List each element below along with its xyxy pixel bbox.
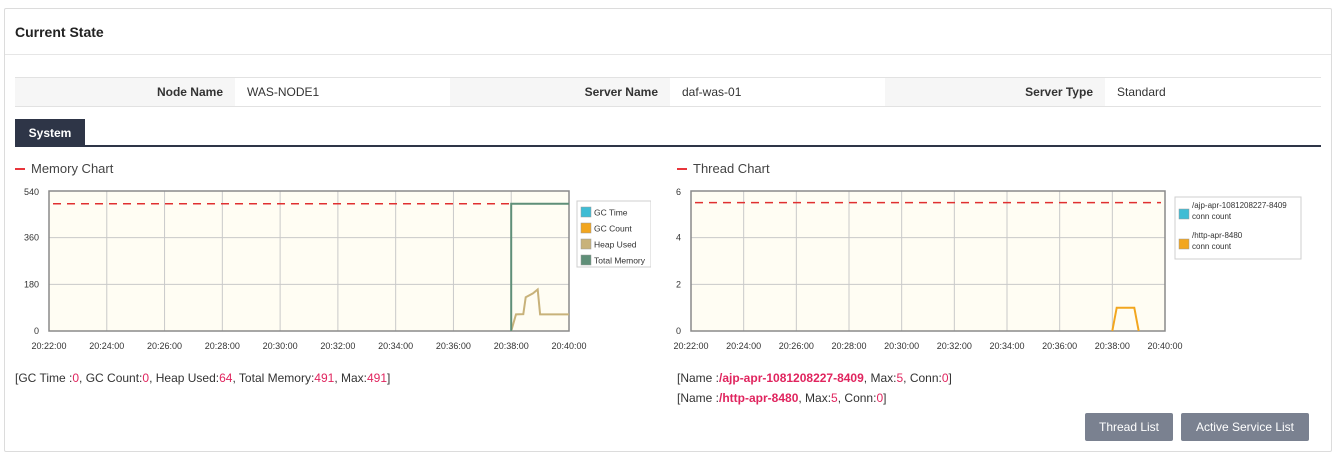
server-info-row: Node Name WAS-NODE1 Server Name daf-was-… <box>15 77 1321 107</box>
thread-conn-value: 0 <box>941 371 949 385</box>
thread-summary-ajp: [Name :/ajp-apr-1081208227-8409, Max:5, … <box>677 371 952 385</box>
x-tick-label: 20:32:00 <box>320 341 355 351</box>
x-tick-label: 20:26:00 <box>147 341 182 351</box>
x-tick-label: 20:30:00 <box>263 341 298 351</box>
summary-text: , Heap Used: <box>149 371 220 385</box>
legend-label: GC Time <box>594 208 628 218</box>
plot-area <box>691 191 1165 331</box>
x-tick-label: 20:38:00 <box>494 341 529 351</box>
summary-text: ] <box>948 371 952 385</box>
x-tick-label: 20:24:00 <box>726 341 761 351</box>
y-tick-label: 2 <box>676 279 681 289</box>
collapse-dash-icon[interactable] <box>15 167 25 170</box>
y-tick-label: 180 <box>24 279 39 289</box>
max-memory-value: 491 <box>367 371 388 385</box>
legend-label: Heap Used <box>594 240 637 250</box>
x-tick-label: 20:30:00 <box>884 341 919 351</box>
plot-area <box>49 191 569 331</box>
memory-chart: 20:22:00 20:24:00 20:26:00 20:28:00 20:30:00… <box>24 187 651 351</box>
summary-text: , Conn: <box>837 391 877 405</box>
thread-summary-http: [Name :/http-apr-8480, Max:5, Conn:0] <box>677 391 886 405</box>
legend-swatch <box>1178 208 1190 220</box>
summary-text: , Max: <box>863 371 897 385</box>
server-type-label: Server Type <box>885 78 1105 106</box>
y-tick-label: 0 <box>34 326 39 336</box>
legend-swatch <box>580 238 592 250</box>
thread-chart-title-text: Thread Chart <box>693 161 770 176</box>
current-state-panel: Current State Node Name WAS-NODE1 Server… <box>4 8 1332 452</box>
x-tick-label: 20:24:00 <box>89 341 124 351</box>
legend-swatch <box>580 222 592 234</box>
summary-text: ] <box>387 371 391 385</box>
tab-bar: System <box>15 119 1321 147</box>
tab-system[interactable]: System <box>15 119 85 147</box>
panel-title: Current State <box>15 23 104 40</box>
heap-used-value: 64 <box>219 371 233 385</box>
summary-text: [Name : <box>677 391 720 405</box>
y-tick-label: 540 <box>24 187 39 197</box>
thread-chart-title: Thread Chart <box>677 161 770 176</box>
legend-label: /http-apr-8480 <box>1192 231 1243 240</box>
y-tick-label: 360 <box>24 233 39 243</box>
server-type-value: Standard <box>1117 85 1166 99</box>
collapse-dash-icon[interactable] <box>677 167 687 170</box>
x-tick-label: 20:28:00 <box>205 341 240 351</box>
summary-text: [Name : <box>677 371 720 385</box>
summary-text: , Max: <box>798 391 832 405</box>
thread-name-value: /http-apr-8480 <box>719 391 799 405</box>
thread-max-value: 5 <box>831 391 838 405</box>
x-tick-label: 20:34:00 <box>378 341 413 351</box>
node-name-label: Node Name <box>15 78 235 106</box>
active-service-list-button[interactable]: Active Service List <box>1181 413 1309 441</box>
summary-text: , GC Count: <box>79 371 143 385</box>
x-tick-label: 20:32:00 <box>937 341 972 351</box>
panel-header: Current State <box>5 9 1331 55</box>
legend-label: /ajp-apr-1081208227-8409 <box>1192 201 1287 210</box>
x-tick-label: 20:22:00 <box>673 341 708 351</box>
thread-list-button[interactable]: Thread List <box>1085 413 1173 441</box>
server-name-label: Server Name <box>450 78 670 106</box>
memory-chart-title: Memory Chart <box>15 161 113 176</box>
x-tick-label: 20:34:00 <box>989 341 1024 351</box>
legend-swatch <box>1178 238 1190 250</box>
node-name-value: WAS-NODE1 <box>247 85 320 99</box>
x-tick-label: 20:38:00 <box>1095 341 1130 351</box>
legend-label: conn count <box>1192 242 1232 251</box>
x-tick-label: 20:36:00 <box>436 341 471 351</box>
summary-text: ] <box>883 391 887 405</box>
y-tick-label: 4 <box>676 233 681 243</box>
memory-summary: [GC Time :0, GC Count:0, Heap Used:64, T… <box>15 371 390 385</box>
x-tick-label: 20:26:00 <box>779 341 814 351</box>
summary-text: [GC Time : <box>15 371 73 385</box>
server-name-value: daf-was-01 <box>682 85 742 99</box>
x-tick-label: 20:28:00 <box>831 341 866 351</box>
legend-label: Total Memory <box>594 256 646 266</box>
legend-label: GC Count <box>594 224 632 234</box>
y-tick-label: 6 <box>676 187 681 197</box>
legend-swatch <box>580 206 592 218</box>
summary-text: , Total Memory: <box>232 371 315 385</box>
y-tick-label: 0 <box>676 326 681 336</box>
thread-name-value: /ajp-apr-1081208227-8409 <box>719 371 864 385</box>
thread-chart: 20:22:00 20:24:00 20:26:00 20:28:00 20:30:00… <box>673 187 1302 351</box>
memory-chart-title-text: Memory Chart <box>31 161 114 176</box>
summary-text: , Max: <box>334 371 367 385</box>
legend-swatch <box>580 254 592 266</box>
legend-label: conn count <box>1192 212 1232 221</box>
x-tick-label: 20:40:00 <box>1147 341 1182 351</box>
x-tick-label: 20:22:00 <box>31 341 66 351</box>
x-tick-label: 20:40:00 <box>551 341 586 351</box>
summary-text: , Conn: <box>903 371 942 385</box>
total-memory-value: 491 <box>314 371 335 385</box>
x-tick-label: 20:36:00 <box>1042 341 1077 351</box>
